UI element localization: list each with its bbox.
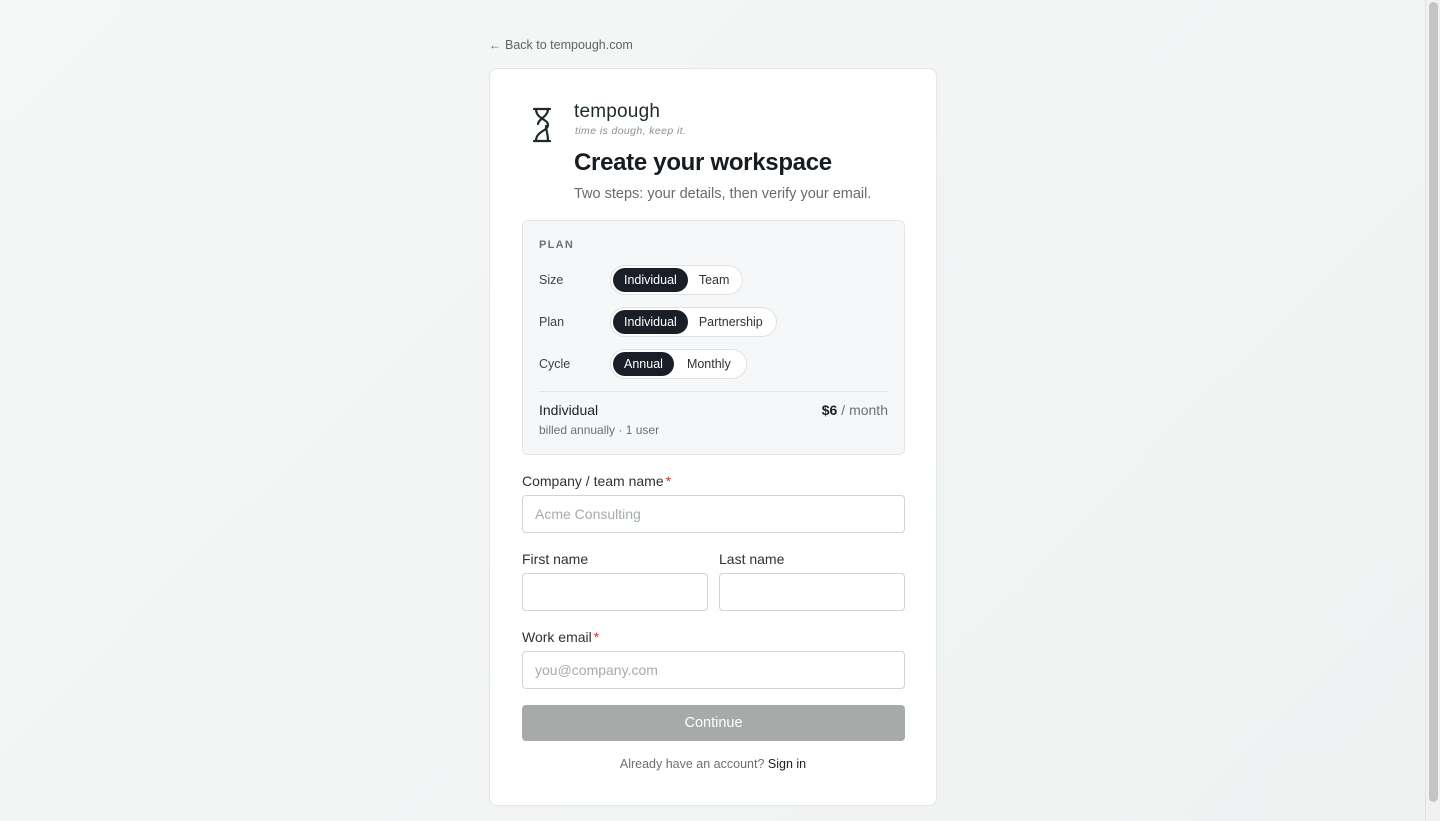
last-name-input[interactable] — [719, 573, 905, 611]
hourglass-dollar-logo — [532, 107, 552, 143]
size-option-individual[interactable]: Individual — [613, 268, 688, 292]
company-label-text: Company / team name — [522, 473, 664, 489]
plan-toggle: Individual Partnership — [610, 307, 777, 337]
size-option-team[interactable]: Team — [688, 268, 741, 292]
first-name-input[interactable] — [522, 573, 708, 611]
plan-divider — [539, 391, 888, 392]
cycle-option-annual[interactable]: Annual — [613, 352, 674, 376]
plan-summary-name: Individual — [539, 402, 599, 418]
back-link[interactable]: ← Back to tempough.com — [489, 38, 633, 52]
cycle-option-monthly[interactable]: Monthly — [674, 352, 744, 376]
plan-label: Plan — [539, 315, 565, 329]
company-input[interactable] — [522, 495, 905, 533]
size-toggle: Individual Team — [610, 265, 744, 295]
brand-name: tempough — [574, 101, 661, 122]
continue-button[interactable]: Continue — [522, 705, 905, 741]
plan-option-individual[interactable]: Individual — [613, 310, 688, 334]
size-label: Size — [539, 273, 564, 287]
signin-prompt: Already have an account? Sign in — [490, 757, 936, 771]
required-marker: * — [665, 473, 672, 489]
company-label: Company / team name * — [522, 473, 671, 489]
required-marker: * — [593, 629, 600, 645]
plan-selector: PLAN Size Individual Team Plan Individua… — [522, 220, 905, 455]
email-label-text: Work email — [522, 629, 592, 645]
plan-option-partnership[interactable]: Partnership — [688, 310, 774, 334]
scrollbar-thumb[interactable] — [1429, 2, 1438, 802]
plan-summary-price: $6 / month — [822, 402, 888, 418]
signin-link[interactable]: Sign in — [768, 757, 806, 771]
signin-prompt-text: Already have an account? — [619, 757, 765, 771]
plan-summary-detail: billed annually · 1 user — [539, 423, 660, 437]
page-scrollbar[interactable] — [1425, 0, 1440, 821]
cycle-toggle: Annual Monthly — [610, 349, 747, 379]
cycle-label: Cycle — [539, 357, 571, 371]
plan-heading: PLAN — [539, 239, 575, 251]
price-amount: $6 — [821, 402, 838, 418]
page-title: Create your workspace — [574, 149, 832, 176]
arrow-left-icon: ← — [489, 38, 501, 52]
first-name-label: First name — [522, 551, 589, 567]
brand-tagline: time is dough, keep it. — [575, 125, 687, 137]
back-link-label: Back to tempough.com — [505, 38, 633, 52]
price-period: / month — [841, 402, 888, 418]
email-label: Work email * — [522, 629, 599, 645]
last-name-label: Last name — [719, 551, 785, 567]
email-input[interactable] — [522, 651, 905, 689]
signup-card: tempough time is dough, keep it. Create … — [489, 68, 937, 806]
page-subtitle: Two steps: your details, then verify you… — [574, 186, 872, 202]
